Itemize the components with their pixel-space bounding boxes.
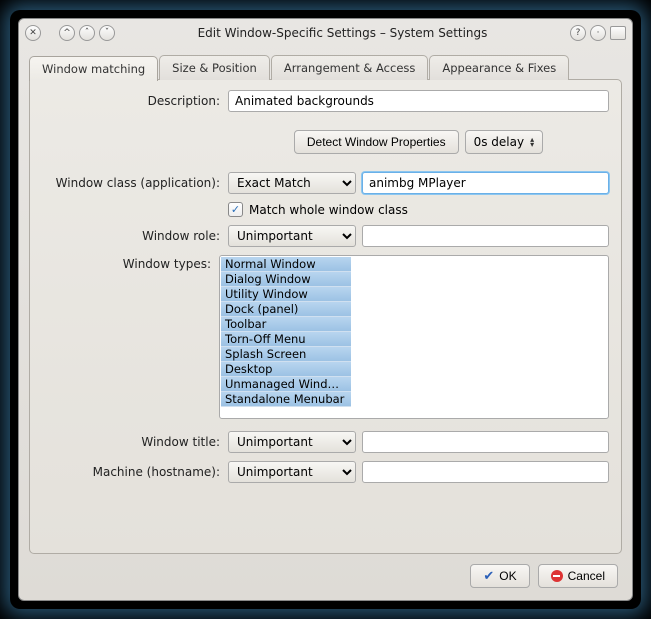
tab-appearance-fixes[interactable]: Appearance & Fixes — [429, 55, 569, 80]
keepbelow-icon[interactable]: ˇ — [99, 25, 115, 41]
list-item[interactable]: Standalone Menubar — [221, 392, 351, 407]
close-icon[interactable]: ✕ — [25, 25, 41, 41]
list-item[interactable]: Splash Screen — [221, 347, 351, 362]
tab-size-position[interactable]: Size & Position — [159, 55, 270, 80]
menu-icon[interactable]: ^ — [59, 25, 75, 41]
tab-arrangement-access[interactable]: Arrangement & Access — [271, 55, 429, 80]
cancel-button[interactable]: Cancel — [538, 564, 618, 588]
label-window-role: Window role: — [42, 229, 228, 243]
list-item[interactable]: Unmanaged Wind… — [221, 377, 351, 392]
tab-panel: Description: Detect Window Properties 0s… — [29, 79, 622, 554]
role-select[interactable]: Unimportant — [228, 225, 356, 247]
minimize-icon[interactable]: · — [590, 25, 606, 41]
class-match-select[interactable]: Exact Match — [228, 172, 356, 194]
keepabove-icon[interactable]: ˆ — [79, 25, 95, 41]
titlebar: ✕ ^ ˆ ˇ Edit Window-Specific Settings – … — [19, 19, 632, 47]
list-item[interactable]: Toolbar — [221, 317, 351, 332]
match-whole-class-checkbox[interactable]: ✓ — [228, 202, 243, 217]
machine-value-input[interactable] — [362, 461, 609, 483]
label-machine: Machine (hostname): — [42, 465, 228, 479]
cancel-icon — [551, 570, 563, 582]
list-item[interactable]: Dock (panel) — [221, 302, 351, 317]
dialog-window: ✕ ^ ˆ ˇ Edit Window-Specific Settings – … — [18, 18, 633, 601]
dialog-buttons: ✔ OK Cancel — [29, 554, 622, 590]
label-description: Description: — [42, 94, 228, 108]
window-title: Edit Window-Specific Settings – System S… — [119, 26, 566, 40]
list-item[interactable]: Utility Window — [221, 287, 351, 302]
label-window-types: Window types: — [42, 255, 219, 271]
tab-bar: Window matching Size & Position Arrangem… — [29, 55, 622, 80]
title-value-input[interactable] — [362, 431, 609, 453]
help-icon[interactable]: ? — [570, 25, 586, 41]
maximize-icon[interactable] — [610, 26, 626, 40]
detect-window-properties-button[interactable]: Detect Window Properties — [294, 130, 459, 154]
list-item[interactable]: Dialog Window — [221, 272, 351, 287]
delay-spinner[interactable]: 0s delay ▴▾ — [465, 130, 544, 154]
list-item[interactable]: Torn-Off Menu — [221, 332, 351, 347]
check-icon: ✔ — [483, 568, 494, 584]
list-item[interactable]: Desktop — [221, 362, 351, 377]
machine-select[interactable]: Unimportant — [228, 461, 356, 483]
match-whole-class-label: Match whole window class — [249, 203, 408, 217]
description-input[interactable] — [228, 90, 609, 112]
list-item[interactable]: Normal Window — [221, 257, 351, 272]
role-value-input[interactable] — [362, 225, 609, 247]
title-select[interactable]: Unimportant — [228, 431, 356, 453]
label-window-title: Window title: — [42, 435, 228, 449]
ok-button[interactable]: ✔ OK — [470, 564, 529, 588]
class-value-input[interactable] — [362, 172, 609, 194]
tab-window-matching[interactable]: Window matching — [29, 56, 158, 81]
label-window-class: Window class (application): — [42, 176, 228, 190]
window-types-listbox[interactable]: Normal Window Dialog Window Utility Wind… — [219, 255, 609, 419]
